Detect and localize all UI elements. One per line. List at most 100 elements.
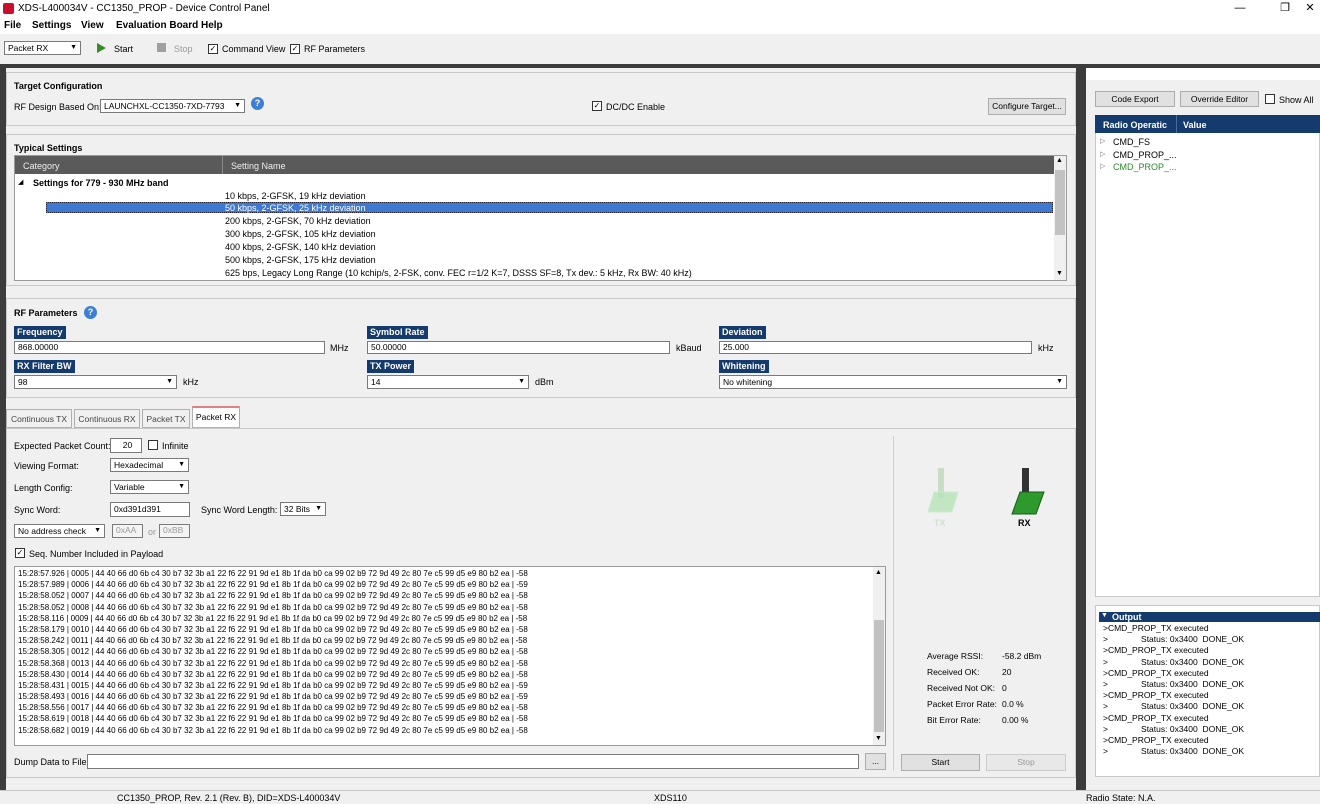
setting-row[interactable]: 10 kbps, 2-GFSK, 19 kHz deviation <box>225 191 366 201</box>
selected-row-highlight <box>46 202 1053 213</box>
dump-file-input[interactable] <box>87 754 859 769</box>
log-scrollbar-thumb[interactable] <box>874 620 884 732</box>
output-line: >CMD_PROP_TX executed <box>1103 735 1209 746</box>
rx-filter-unit: kHz <box>183 377 199 387</box>
scroll-down-icon[interactable]: ▼ <box>1056 270 1063 277</box>
scrollbar-thumb[interactable] <box>1055 170 1065 235</box>
configure-target-button[interactable]: Configure Target... <box>988 98 1066 115</box>
expand-icon[interactable]: ◢ <box>18 178 23 186</box>
whitening-select[interactable]: No whitening ▼ <box>719 375 1067 389</box>
rf-design-select[interactable]: LAUNCHXL-CC1350-7XD-7793 ▼ <box>100 99 245 113</box>
splitter[interactable] <box>1076 64 1086 790</box>
tx-power-select[interactable]: 14 ▼ <box>367 375 529 389</box>
scroll-up-icon[interactable]: ▲ <box>1056 157 1063 164</box>
command-item[interactable]: CMD_PROP_... <box>1113 150 1177 160</box>
expand-icon[interactable]: ▷ <box>1100 150 1105 158</box>
window-title: XDS-L400034V - CC1350_PROP - Device Cont… <box>18 3 270 14</box>
toolbar-start-button[interactable]: Start <box>114 44 133 54</box>
seq-number-checkbox[interactable]: ✓ <box>15 548 25 558</box>
toolbar <box>0 34 1320 64</box>
rf-parameters-title: RF Parameters <box>14 308 78 318</box>
symbol-rate-input[interactable]: 50.00000 <box>367 341 670 354</box>
col-radio-operation[interactable]: Radio Operatic <box>1103 120 1167 130</box>
infinite-checkbox[interactable] <box>148 440 158 450</box>
close-button[interactable]: ✕ <box>1290 0 1320 16</box>
col-setting[interactable]: Setting Name <box>231 161 286 171</box>
address-check-select[interactable]: No address check ▼ <box>14 524 105 538</box>
setting-row[interactable]: 300 kbps, 2-GFSK, 105 kHz deviation <box>225 229 376 239</box>
settings-group[interactable]: Settings for 779 - 930 MHz band <box>33 178 169 188</box>
output-lines: >CMD_PROP_TX executed > Status: 0x3400 DO… <box>1103 623 1315 773</box>
col-category[interactable]: Category <box>23 161 60 171</box>
setting-row-selected[interactable]: 50 kbps, 2-GFSK, 25 kHz deviation <box>225 203 366 213</box>
rx-filter-select[interactable]: 98 ▼ <box>14 375 177 389</box>
length-config-value: Variable <box>114 482 145 492</box>
collapse-icon[interactable]: ▼ <box>1101 612 1108 619</box>
tab-packet-tx[interactable]: Packet TX <box>142 409 190 428</box>
sync-word-length-value: 32 Bits <box>284 504 310 514</box>
infinite-label: Infinite <box>162 441 189 451</box>
log-line: 15:28:58.368 | 0013 | 44 40 66 d0 6b c4 … <box>18 658 528 668</box>
output-line: >CMD_PROP_TX executed <box>1103 712 1209 723</box>
rx-filter-label: RX Filter BW <box>14 360 75 373</box>
menu-help[interactable]: Help <box>201 20 223 31</box>
output-line: > Status: 0x3400 DONE_OK <box>1103 701 1245 712</box>
ber-value: 0.00 % <box>1002 715 1029 725</box>
setting-row[interactable]: 200 kbps, 2-GFSK, 70 kHz deviation <box>225 216 371 226</box>
typical-settings-title: Typical Settings <box>14 143 83 153</box>
help-icon[interactable]: ? <box>84 306 97 319</box>
code-export-button[interactable]: Code Export <box>1095 91 1175 107</box>
minimize-button[interactable]: — <box>1220 0 1260 16</box>
show-all-checkbox[interactable] <box>1265 94 1275 104</box>
start-button[interactable]: Start <box>901 754 980 771</box>
tab-continuous-rx[interactable]: Continuous RX <box>74 409 140 428</box>
help-icon[interactable]: ? <box>251 97 264 110</box>
app-icon <box>3 3 14 14</box>
command-item[interactable]: CMD_FS <box>1113 137 1150 147</box>
menu-evaluation-board[interactable]: Evaluation Board <box>116 20 198 31</box>
col-value[interactable]: Value <box>1183 120 1207 130</box>
deviation-input[interactable]: 25.000 <box>719 341 1032 354</box>
expand-icon[interactable]: ▷ <box>1100 162 1105 170</box>
received-ok-label: Received OK: <box>927 667 980 677</box>
deviation-unit: kHz <box>1038 343 1054 353</box>
scroll-down-icon[interactable]: ▼ <box>875 735 882 742</box>
sync-word-length-select[interactable]: 32 Bits ▼ <box>280 502 326 516</box>
command-view-checkbox[interactable]: ✓ <box>208 44 218 54</box>
scroll-up-icon[interactable]: ▲ <box>875 569 882 576</box>
expand-icon[interactable]: ▷ <box>1100 137 1105 145</box>
sync-word-input[interactable]: 0xd391d391 <box>110 502 190 517</box>
command-item-active[interactable]: CMD_PROP_... <box>1113 162 1177 172</box>
setting-row[interactable]: 625 bps, Legacy Long Range (10 kchip/s, … <box>225 268 692 278</box>
frequency-input[interactable]: 868.00000 <box>14 341 325 354</box>
play-icon[interactable] <box>97 43 106 53</box>
tab-packet-rx[interactable]: Packet RX <box>192 406 240 428</box>
browse-button[interactable]: ... <box>865 753 886 770</box>
override-editor-button[interactable]: Override Editor <box>1180 91 1259 107</box>
show-all-label: Show All <box>1279 95 1314 105</box>
setting-row[interactable]: 400 kbps, 2-GFSK, 140 kHz deviation <box>225 242 376 252</box>
mode-select[interactable]: Packet RX ▼ <box>4 41 81 55</box>
chevron-down-icon: ▼ <box>94 527 101 534</box>
viewing-format-label: Viewing Format: <box>14 461 79 471</box>
rf-parameters-checkbox[interactable]: ✓ <box>290 44 300 54</box>
expected-count-input[interactable]: 20 <box>110 438 142 453</box>
avg-rssi-value: -58.2 dBm <box>1002 651 1042 661</box>
setting-row[interactable]: 500 kbps, 2-GFSK, 175 kHz deviation <box>225 255 376 265</box>
address-check-value: No address check <box>18 526 87 536</box>
tab-continuous-tx[interactable]: Continuous TX <box>6 409 72 428</box>
per-value: 0.0 % <box>1002 699 1024 709</box>
chevron-down-icon: ▼ <box>178 483 185 490</box>
log-line: 15:28:58.052 | 0007 | 44 40 66 d0 6b c4 … <box>18 591 528 601</box>
log-line: 15:28:58.556 | 0017 | 44 40 66 d0 6b c4 … <box>18 703 528 713</box>
dcdc-checkbox[interactable]: ✓ <box>592 101 602 111</box>
menu-file[interactable]: File <box>4 20 21 31</box>
menu-view[interactable]: View <box>81 20 104 31</box>
log-line: 15:28:58.242 | 0011 | 44 40 66 d0 6b c4 … <box>18 636 528 646</box>
length-config-select[interactable]: Variable ▼ <box>110 480 189 494</box>
menu-settings[interactable]: Settings <box>32 20 71 31</box>
received-not-ok-value: 0 <box>1002 683 1007 693</box>
viewing-format-select[interactable]: Hexadecimal ▼ <box>110 458 189 472</box>
table-header <box>15 156 1054 174</box>
address-1-input: 0xAA <box>112 524 143 538</box>
